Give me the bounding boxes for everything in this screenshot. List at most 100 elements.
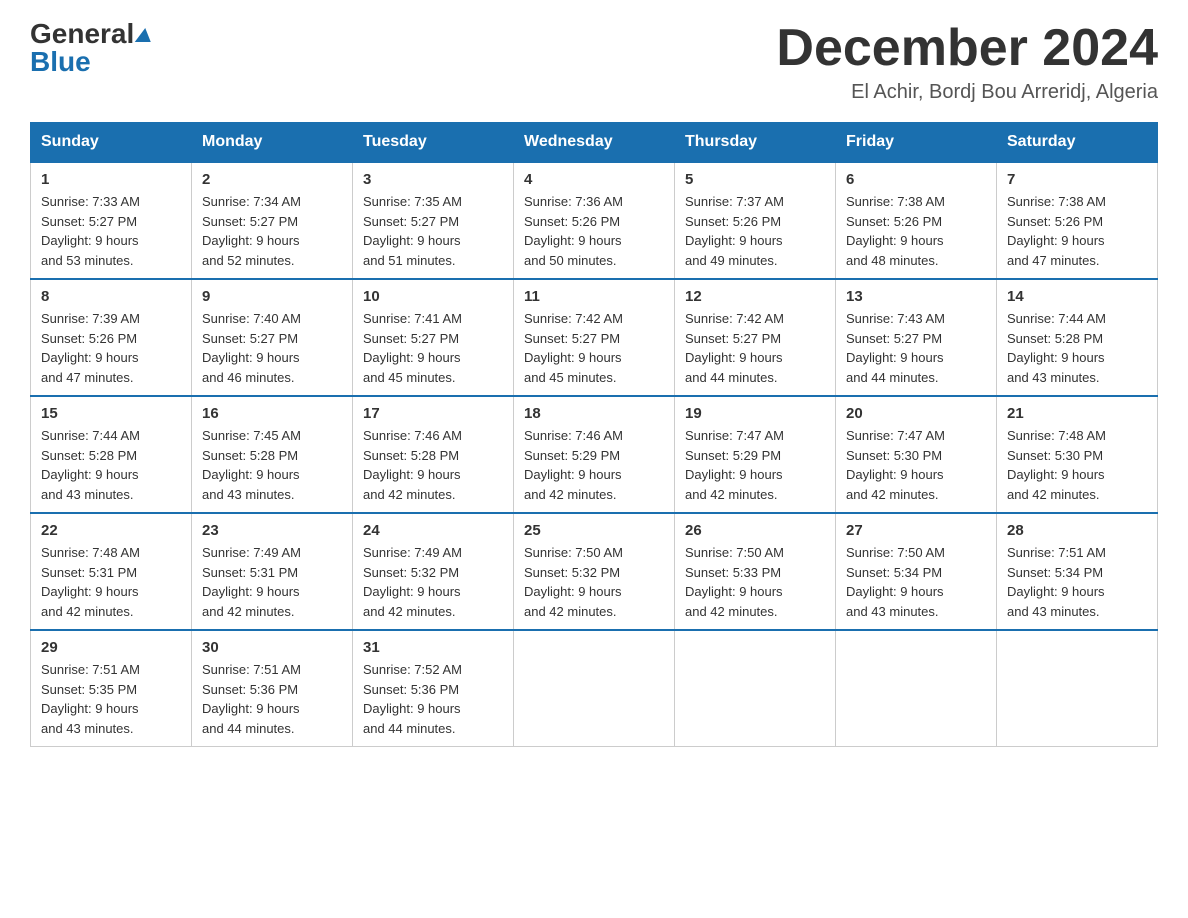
day-number: 4 [524, 171, 664, 188]
day-number: 30 [202, 639, 342, 656]
calendar-cell [997, 630, 1158, 747]
day-info: Sunrise: 7:37 AM Sunset: 5:26 PM Dayligh… [685, 192, 825, 270]
day-info: Sunrise: 7:35 AM Sunset: 5:27 PM Dayligh… [363, 192, 503, 270]
calendar-cell: 5 Sunrise: 7:37 AM Sunset: 5:26 PM Dayli… [675, 162, 836, 279]
calendar-cell: 2 Sunrise: 7:34 AM Sunset: 5:27 PM Dayli… [192, 162, 353, 279]
day-number: 24 [363, 522, 503, 539]
day-number: 2 [202, 171, 342, 188]
day-info: Sunrise: 7:45 AM Sunset: 5:28 PM Dayligh… [202, 426, 342, 504]
calendar-cell: 25 Sunrise: 7:50 AM Sunset: 5:32 PM Dayl… [514, 513, 675, 630]
day-info: Sunrise: 7:48 AM Sunset: 5:30 PM Dayligh… [1007, 426, 1147, 504]
calendar-cell: 31 Sunrise: 7:52 AM Sunset: 5:36 PM Dayl… [353, 630, 514, 747]
day-info: Sunrise: 7:46 AM Sunset: 5:28 PM Dayligh… [363, 426, 503, 504]
calendar-day-header: Sunday [31, 123, 192, 163]
day-number: 9 [202, 288, 342, 305]
day-info: Sunrise: 7:50 AM Sunset: 5:33 PM Dayligh… [685, 543, 825, 621]
day-number: 23 [202, 522, 342, 539]
day-number: 17 [363, 405, 503, 422]
day-info: Sunrise: 7:43 AM Sunset: 5:27 PM Dayligh… [846, 309, 986, 387]
calendar-day-header: Friday [836, 123, 997, 163]
day-number: 29 [41, 639, 181, 656]
day-number: 15 [41, 405, 181, 422]
calendar-week-row: 15 Sunrise: 7:44 AM Sunset: 5:28 PM Dayl… [31, 396, 1158, 513]
calendar-day-header: Wednesday [514, 123, 675, 163]
calendar-cell: 27 Sunrise: 7:50 AM Sunset: 5:34 PM Dayl… [836, 513, 997, 630]
calendar-day-header: Monday [192, 123, 353, 163]
day-number: 14 [1007, 288, 1147, 305]
day-info: Sunrise: 7:50 AM Sunset: 5:34 PM Dayligh… [846, 543, 986, 621]
calendar-cell [836, 630, 997, 747]
calendar-cell: 20 Sunrise: 7:47 AM Sunset: 5:30 PM Dayl… [836, 396, 997, 513]
day-info: Sunrise: 7:36 AM Sunset: 5:26 PM Dayligh… [524, 192, 664, 270]
page-header: General Blue December 2024 El Achir, Bor… [30, 20, 1158, 104]
calendar-cell [514, 630, 675, 747]
day-info: Sunrise: 7:42 AM Sunset: 5:27 PM Dayligh… [685, 309, 825, 387]
day-number: 1 [41, 171, 181, 188]
day-number: 16 [202, 405, 342, 422]
day-info: Sunrise: 7:42 AM Sunset: 5:27 PM Dayligh… [524, 309, 664, 387]
logo-general-text: General [30, 20, 134, 48]
day-info: Sunrise: 7:40 AM Sunset: 5:27 PM Dayligh… [202, 309, 342, 387]
day-number: 27 [846, 522, 986, 539]
calendar-week-row: 8 Sunrise: 7:39 AM Sunset: 5:26 PM Dayli… [31, 279, 1158, 396]
day-info: Sunrise: 7:34 AM Sunset: 5:27 PM Dayligh… [202, 192, 342, 270]
day-number: 26 [685, 522, 825, 539]
day-info: Sunrise: 7:50 AM Sunset: 5:32 PM Dayligh… [524, 543, 664, 621]
calendar-cell: 17 Sunrise: 7:46 AM Sunset: 5:28 PM Dayl… [353, 396, 514, 513]
day-number: 7 [1007, 171, 1147, 188]
day-info: Sunrise: 7:41 AM Sunset: 5:27 PM Dayligh… [363, 309, 503, 387]
day-number: 5 [685, 171, 825, 188]
calendar-cell: 23 Sunrise: 7:49 AM Sunset: 5:31 PM Dayl… [192, 513, 353, 630]
calendar-cell: 16 Sunrise: 7:45 AM Sunset: 5:28 PM Dayl… [192, 396, 353, 513]
logo-blue-text: Blue [30, 48, 91, 76]
calendar-cell: 7 Sunrise: 7:38 AM Sunset: 5:26 PM Dayli… [997, 162, 1158, 279]
day-number: 20 [846, 405, 986, 422]
day-info: Sunrise: 7:49 AM Sunset: 5:31 PM Dayligh… [202, 543, 342, 621]
location-text: El Achir, Bordj Bou Arreridj, Algeria [776, 81, 1158, 104]
day-number: 11 [524, 288, 664, 305]
calendar-cell: 1 Sunrise: 7:33 AM Sunset: 5:27 PM Dayli… [31, 162, 192, 279]
month-title: December 2024 [776, 20, 1158, 77]
day-info: Sunrise: 7:51 AM Sunset: 5:35 PM Dayligh… [41, 660, 181, 738]
day-number: 6 [846, 171, 986, 188]
day-number: 19 [685, 405, 825, 422]
calendar-cell: 21 Sunrise: 7:48 AM Sunset: 5:30 PM Dayl… [997, 396, 1158, 513]
calendar-cell: 19 Sunrise: 7:47 AM Sunset: 5:29 PM Dayl… [675, 396, 836, 513]
calendar-week-row: 22 Sunrise: 7:48 AM Sunset: 5:31 PM Dayl… [31, 513, 1158, 630]
day-number: 18 [524, 405, 664, 422]
day-number: 13 [846, 288, 986, 305]
day-info: Sunrise: 7:48 AM Sunset: 5:31 PM Dayligh… [41, 543, 181, 621]
calendar-cell: 30 Sunrise: 7:51 AM Sunset: 5:36 PM Dayl… [192, 630, 353, 747]
day-number: 28 [1007, 522, 1147, 539]
calendar-cell: 18 Sunrise: 7:46 AM Sunset: 5:29 PM Dayl… [514, 396, 675, 513]
calendar-day-header: Saturday [997, 123, 1158, 163]
calendar-cell: 10 Sunrise: 7:41 AM Sunset: 5:27 PM Dayl… [353, 279, 514, 396]
calendar-cell: 3 Sunrise: 7:35 AM Sunset: 5:27 PM Dayli… [353, 162, 514, 279]
day-info: Sunrise: 7:33 AM Sunset: 5:27 PM Dayligh… [41, 192, 181, 270]
day-info: Sunrise: 7:49 AM Sunset: 5:32 PM Dayligh… [363, 543, 503, 621]
day-info: Sunrise: 7:44 AM Sunset: 5:28 PM Dayligh… [41, 426, 181, 504]
title-section: December 2024 El Achir, Bordj Bou Arreri… [776, 20, 1158, 104]
day-info: Sunrise: 7:47 AM Sunset: 5:30 PM Dayligh… [846, 426, 986, 504]
calendar-cell: 8 Sunrise: 7:39 AM Sunset: 5:26 PM Dayli… [31, 279, 192, 396]
day-number: 21 [1007, 405, 1147, 422]
calendar-cell [675, 630, 836, 747]
day-info: Sunrise: 7:51 AM Sunset: 5:36 PM Dayligh… [202, 660, 342, 738]
calendar-cell: 14 Sunrise: 7:44 AM Sunset: 5:28 PM Dayl… [997, 279, 1158, 396]
calendar-cell: 9 Sunrise: 7:40 AM Sunset: 5:27 PM Dayli… [192, 279, 353, 396]
day-info: Sunrise: 7:38 AM Sunset: 5:26 PM Dayligh… [1007, 192, 1147, 270]
day-info: Sunrise: 7:47 AM Sunset: 5:29 PM Dayligh… [685, 426, 825, 504]
calendar-cell: 29 Sunrise: 7:51 AM Sunset: 5:35 PM Dayl… [31, 630, 192, 747]
calendar-week-row: 29 Sunrise: 7:51 AM Sunset: 5:35 PM Dayl… [31, 630, 1158, 747]
calendar-header-row: SundayMondayTuesdayWednesdayThursdayFrid… [31, 123, 1158, 163]
calendar-cell: 12 Sunrise: 7:42 AM Sunset: 5:27 PM Dayl… [675, 279, 836, 396]
day-info: Sunrise: 7:39 AM Sunset: 5:26 PM Dayligh… [41, 309, 181, 387]
calendar-day-header: Tuesday [353, 123, 514, 163]
logo: General Blue [30, 20, 152, 76]
calendar-week-row: 1 Sunrise: 7:33 AM Sunset: 5:27 PM Dayli… [31, 162, 1158, 279]
calendar-cell: 24 Sunrise: 7:49 AM Sunset: 5:32 PM Dayl… [353, 513, 514, 630]
day-info: Sunrise: 7:44 AM Sunset: 5:28 PM Dayligh… [1007, 309, 1147, 387]
calendar-cell: 6 Sunrise: 7:38 AM Sunset: 5:26 PM Dayli… [836, 162, 997, 279]
calendar-day-header: Thursday [675, 123, 836, 163]
day-number: 3 [363, 171, 503, 188]
